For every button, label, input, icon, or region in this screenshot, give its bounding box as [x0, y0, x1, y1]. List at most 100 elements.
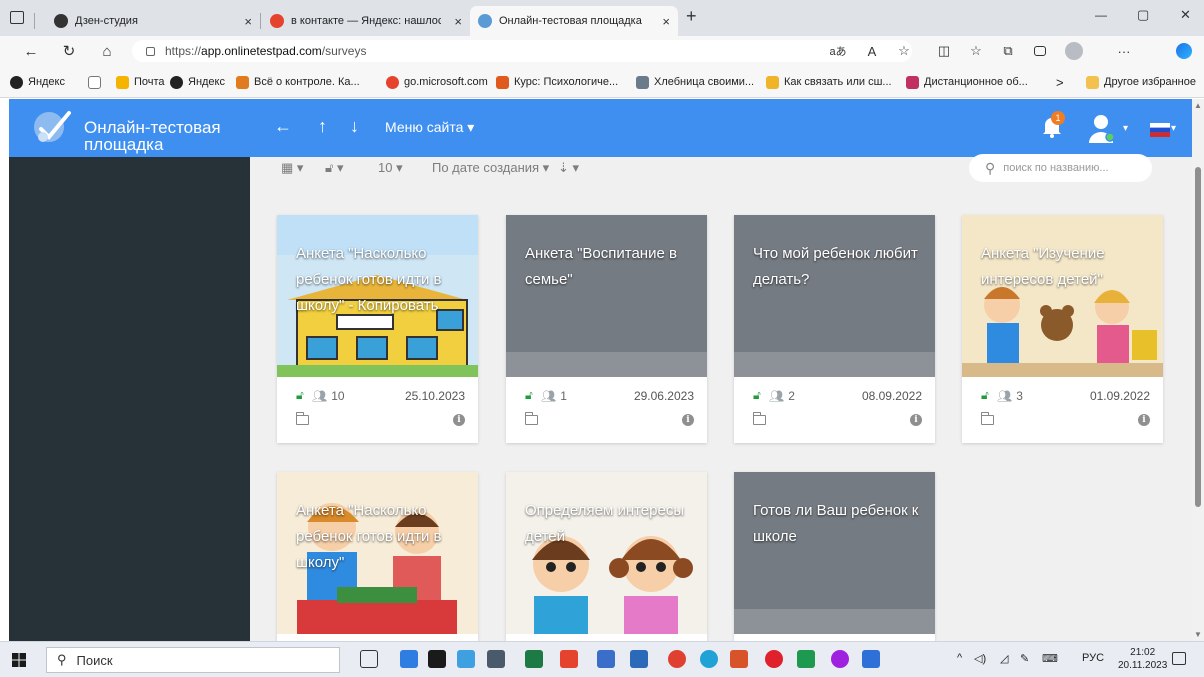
extensions-icon[interactable]	[1030, 41, 1050, 61]
language-indicator[interactable]: РУС	[1082, 652, 1104, 664]
card-title[interactable]: Готов ли Ваш ребенок к школе	[753, 498, 928, 550]
network-icon[interactable]: ◿	[1000, 652, 1008, 665]
view-mode-dropdown[interactable]: ▦ ▾	[281, 160, 303, 176]
down-arrow-button[interactable]: ↓	[350, 116, 359, 137]
up-arrow-button[interactable]: ↑	[318, 116, 327, 137]
close-window-button[interactable]: ✕	[1180, 7, 1191, 23]
minimize-button[interactable]: —	[1095, 8, 1107, 22]
folder-icon[interactable]	[296, 412, 309, 425]
info-icon[interactable]: i	[682, 414, 694, 426]
copilot-icon[interactable]	[1174, 41, 1194, 61]
photos-icon[interactable]	[487, 650, 505, 668]
keyboard-icon[interactable]: ⌨	[1042, 652, 1058, 665]
language-flag-icon[interactable]	[1150, 123, 1170, 137]
back-button[interactable]: ←	[20, 40, 42, 62]
collections-icon[interactable]: ⧉	[998, 41, 1018, 61]
volume-icon[interactable]: ◁)	[974, 652, 986, 665]
favorites-overflow-button[interactable]: >	[1056, 73, 1064, 91]
kaspersky-icon[interactable]	[797, 650, 815, 668]
survey-card[interactable]: Готов ли Ваш ребенок к школе	[734, 472, 935, 641]
site-menu-dropdown[interactable]: Меню сайта ▾	[385, 119, 474, 136]
favorite-item[interactable]: Всё о контроле. Ка...	[236, 73, 360, 91]
page-size-dropdown[interactable]: 10 ▾	[378, 160, 403, 176]
access-filter-dropdown[interactable]: 🔓︎ ▾	[325, 160, 344, 176]
edge-icon[interactable]	[700, 650, 718, 668]
user-caret-icon[interactable]: ▾	[1123, 123, 1128, 134]
info-icon[interactable]: i	[453, 414, 465, 426]
favorites-icon[interactable]: ☆	[966, 41, 986, 61]
favorite-item[interactable]: Как связать или сш...	[766, 73, 892, 91]
favorite-item[interactable]: Яндекс	[170, 73, 225, 91]
media-icon[interactable]	[457, 650, 475, 668]
scroll-up-icon[interactable]: ▲	[1194, 101, 1202, 110]
card-cover[interactable]: Анкета "Насколько ребенок готов идти в ш…	[277, 472, 478, 634]
scroll-down-icon[interactable]: ▼	[1194, 630, 1202, 639]
language-caret-icon[interactable]: ▾	[1171, 123, 1176, 134]
tray-overflow-icon[interactable]: ^	[957, 652, 962, 664]
explorer-icon[interactable]	[400, 650, 418, 668]
favorite-item[interactable]: Курс: Психологиче...	[496, 73, 618, 91]
survey-card[interactable]: Анкета "Воспитание в семье" 🔓︎ 👥︎ 1 29.06…	[506, 215, 707, 443]
profile-avatar-icon[interactable]	[1064, 41, 1084, 61]
card-title[interactable]: Анкета "Воспитание в семье"	[525, 241, 700, 293]
search-input[interactable]: ⚲ поиск по названию...	[969, 154, 1152, 182]
card-title[interactable]: Анкета "Изучение интересов детей"	[981, 241, 1156, 293]
taskbar-search[interactable]: ⚲ Поиск	[46, 647, 340, 673]
tab-actions-icon[interactable]	[10, 11, 24, 24]
survey-card[interactable]: Анкета "Насколько ребенок готов идти в ш…	[277, 215, 478, 443]
translate-icon[interactable]: aあ	[828, 41, 848, 61]
card-cover[interactable]: Что мой ребенок любит делать?	[734, 215, 935, 377]
card-title[interactable]: Анкета "Насколько ребенок готов идти в ш…	[296, 241, 471, 319]
brand-name[interactable]: Онлайн-тестовая площадка	[84, 119, 254, 153]
sort-direction-dropdown[interactable]: ⇣ ▾	[558, 160, 579, 176]
read-aloud-icon[interactable]: A	[862, 41, 882, 61]
more-menu-icon[interactable]: ···	[1114, 41, 1134, 61]
pen-icon[interactable]: ✎	[1020, 652, 1029, 665]
folder-icon[interactable]	[753, 412, 766, 425]
favorite-item[interactable]: Дистанционное об...	[906, 73, 1028, 91]
task-view-icon[interactable]	[360, 650, 378, 668]
user-avatar-icon[interactable]	[1089, 113, 1123, 143]
scrollbar-thumb[interactable]	[1195, 167, 1201, 507]
folder-icon[interactable]	[525, 412, 538, 425]
tab-close-icon[interactable]: ×	[244, 14, 252, 29]
card-title[interactable]: Что мой ребенок любит делать?	[753, 241, 928, 293]
card-cover[interactable]: Анкета "Насколько ребенок готов идти в ш…	[277, 215, 478, 377]
info-icon[interactable]: i	[910, 414, 922, 426]
favorite-item[interactable]: Хлебница своими...	[636, 73, 754, 91]
card-title[interactable]: Определяем интересы детей	[525, 498, 700, 550]
favorite-star-icon[interactable]: ☆	[894, 41, 914, 61]
card-title[interactable]: Анкета "Насколько ребенок готов идти в ш…	[296, 498, 471, 576]
tab-onlinetestpad[interactable]: Онлайн-тестовая площадка ×	[470, 6, 678, 36]
card-cover[interactable]: Определяем интересы детей	[506, 472, 707, 634]
tab-dzen[interactable]: Дзен-студия ×	[46, 6, 260, 36]
back-arrow-button[interactable]: ←	[274, 116, 292, 137]
opera-icon[interactable]	[765, 650, 783, 668]
calculator-icon[interactable]	[597, 650, 615, 668]
tab-yandex-search[interactable]: в контакте — Яндекс: нашлось ×	[262, 6, 470, 36]
notifications-icon[interactable]	[1172, 652, 1186, 665]
excel-icon[interactable]	[525, 650, 543, 668]
address-bar[interactable]: https://app.onlinetestpad.com/surveys	[132, 40, 912, 62]
home-button[interactable]: ⌂	[96, 40, 118, 62]
sort-dropdown[interactable]: По дате создания ▾	[432, 160, 549, 176]
shield-icon[interactable]	[862, 650, 880, 668]
mail-icon[interactable]	[428, 650, 446, 668]
favorite-item[interactable]: Яндекс	[10, 73, 65, 91]
favorite-item[interactable]: Почта	[116, 73, 165, 91]
clock[interactable]: 21:02 20.11.2023	[1118, 646, 1167, 672]
folder-icon[interactable]	[981, 412, 994, 425]
tab-close-icon[interactable]: ×	[662, 14, 670, 29]
survey-card[interactable]: Что мой ребенок любит делать? 🔓︎ 👥︎ 2 08.…	[734, 215, 935, 443]
survey-card[interactable]: Анкета "Изучение интересов детей" 🔓︎ 👥︎ 3…	[962, 215, 1163, 443]
survey-card[interactable]: Анкета "Насколько ребенок готов идти в ш…	[277, 472, 478, 641]
publisher-icon[interactable]	[630, 650, 648, 668]
yandex-icon[interactable]	[560, 650, 578, 668]
yandex-browser-icon[interactable]	[668, 650, 686, 668]
windows-start-icon[interactable]	[12, 653, 26, 667]
favorite-item[interactable]	[88, 73, 106, 91]
other-favorites[interactable]: Другое избранное	[1086, 73, 1196, 91]
card-cover[interactable]: Анкета "Изучение интересов детей"	[962, 215, 1163, 377]
survey-card[interactable]: Определяем интересы детей	[506, 472, 707, 641]
page-scrollbar[interactable]: ▲ ▼	[1192, 99, 1204, 641]
